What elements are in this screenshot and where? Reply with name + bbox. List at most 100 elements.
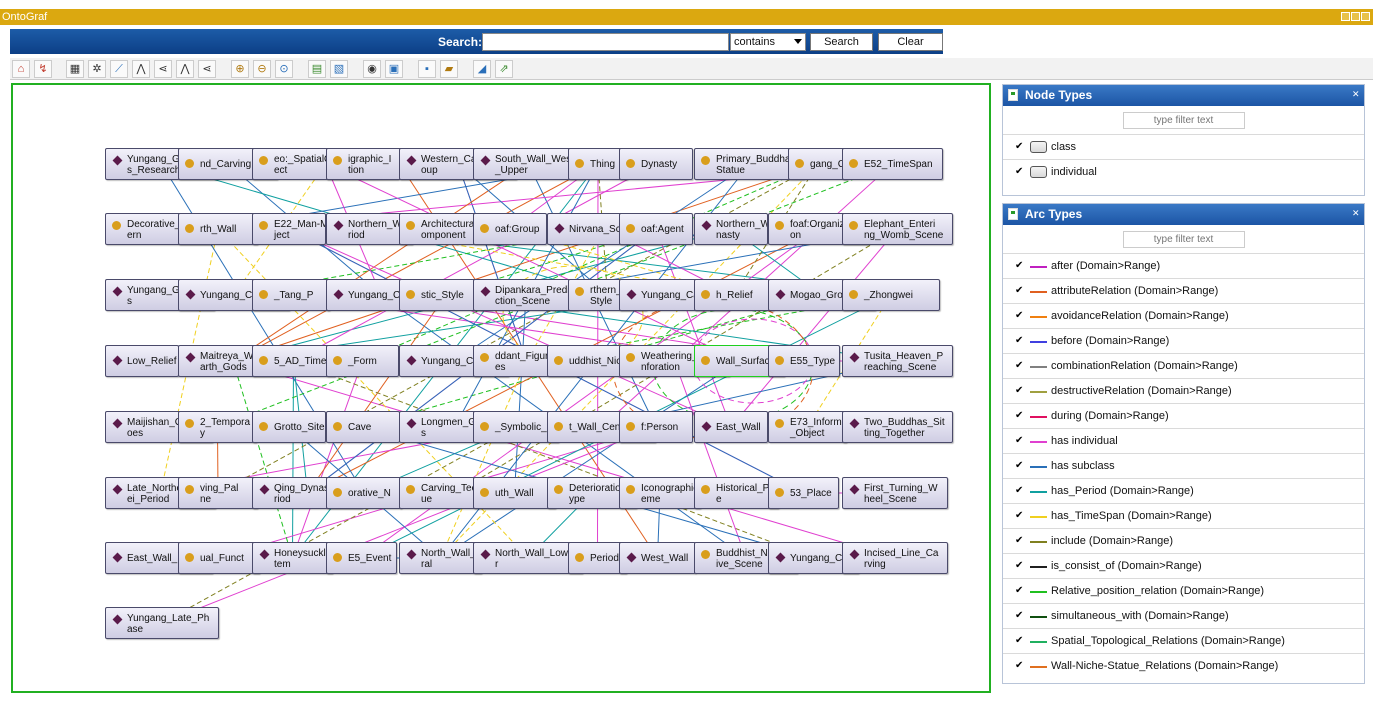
graph-node[interactable]: North_Wall_Lowe r [473,542,583,574]
graph-node[interactable]: Incised_Line_Ca rving [842,542,948,574]
graph-node[interactable]: Two_Buddhas_Sit ting_Together [842,411,953,443]
graph-node[interactable]: Dynasty [619,148,693,180]
checkbox-checked-icon[interactable]: ✔ [1015,386,1025,396]
export-icon[interactable]: ⇗ [495,60,513,78]
graph-node[interactable]: Grotto_Site [252,411,326,443]
search-input[interactable] [482,33,729,51]
camera-icon[interactable]: ◉ [363,60,381,78]
checkbox-checked-icon[interactable]: ✔ [1015,511,1025,521]
arc-type-row[interactable]: ✔ combinationRelation (Domain>Range) [1003,353,1364,378]
graph-node[interactable]: Cave [326,411,400,443]
graph-node[interactable]: E73_Informa _Object [768,411,847,443]
vertical-tree-icon[interactable]: ⋀ [176,60,194,78]
radial-layout-icon[interactable]: ✲ [88,60,106,78]
graph-node[interactable]: ual_Funct [178,542,260,574]
graph-node[interactable]: E52_TimeSpan [842,148,943,180]
graph-node[interactable]: North_Wall_ ral [399,542,482,574]
graph-node[interactable]: First_Turning_W heel_Scene [842,477,948,509]
arc-type-row[interactable]: ✔ avoidanceRelation (Domain>Range) [1003,303,1364,328]
graph-node[interactable]: 2_Tempora y [178,411,257,443]
checkbox-checked-icon[interactable]: ✔ [1015,311,1025,321]
arc-type-row[interactable]: ✔ has_TimeSpan (Domain>Range) [1003,503,1364,528]
restore-icon[interactable] [1341,12,1350,21]
checkbox-checked-icon[interactable]: ✔ [1015,636,1025,646]
arc-type-row[interactable]: ✔ Spatial_Topological_Relations (Domain>R… [1003,628,1364,653]
arc-type-row[interactable]: ✔ after (Domain>Range) [1003,253,1364,278]
graph-node[interactable]: f:Person [619,411,693,443]
save-icon[interactable]: ▪ [418,60,436,78]
graph-node[interactable]: _Tang_P [252,279,330,311]
close-icon[interactable]: ✕ [1352,209,1361,218]
filter-icon[interactable]: ▤ [308,60,326,78]
graph-node[interactable]: _Form [326,345,399,377]
checkbox-checked-icon[interactable]: ✔ [1015,461,1025,471]
checkbox-checked-icon[interactable]: ✔ [1015,411,1025,421]
zoom-fit-icon[interactable]: ⊙ [275,60,293,78]
graph-node[interactable]: gang_Ca [788,148,848,180]
minimize-icon[interactable] [1351,12,1360,21]
tree-left-layout-icon[interactable]: ⋖ [154,60,172,78]
checkbox-checked-icon[interactable]: ✔ [1015,561,1025,571]
zoom-in-icon[interactable]: ⊕ [231,60,249,78]
arc-type-row[interactable]: ✔ Relative_position_relation (Domain>Rang… [1003,578,1364,603]
arc-type-row[interactable]: ✔ destructiveRelation (Domain>Range) [1003,378,1364,403]
arc-type-row[interactable]: ✔ has_Period (Domain>Range) [1003,478,1364,503]
graph-node[interactable]: Tusita_Heaven_P reaching_Scene [842,345,953,377]
checkbox-checked-icon[interactable]: ✔ [1015,611,1025,621]
arc-type-row[interactable]: ✔ Wall-Niche-Statue_Relations (Domain>Ran… [1003,653,1364,678]
checkbox-checked-icon[interactable]: ✔ [1015,436,1025,446]
graph-node[interactable]: rth_Wall [178,213,258,245]
graph-node[interactable]: Yungang_Late_Ph ase [105,607,219,639]
graph-node[interactable]: Honeysuckle tem [252,542,333,574]
checkbox-checked-icon[interactable]: ✔ [1015,536,1025,546]
checkbox-checked-icon[interactable]: ✔ [1015,586,1025,596]
arc-type-row[interactable]: ✔ has individual [1003,428,1364,453]
graph-node[interactable]: Dipankara_Predi ction_Scene [473,279,579,311]
graph-node[interactable]: E55_Type [768,345,840,377]
graph-node[interactable]: h_Relief [694,279,774,311]
export-image-icon[interactable]: ▣ [385,60,403,78]
graph-node[interactable]: 53_Place [768,477,839,509]
graph-canvas[interactable]: Yungang_Grottoe s_Research_Inst... nd_Car… [11,83,991,693]
home-icon[interactable]: ⌂ [12,60,30,78]
zoom-out-icon[interactable]: ⊖ [253,60,271,78]
graph-node[interactable]: East_Wall [694,411,768,443]
close-icon[interactable]: ✕ [1352,90,1361,99]
graph-node[interactable]: Historical_Phas e [694,477,779,509]
arc-type-row[interactable]: ✔ attributeRelation (Domain>Range) [1003,278,1364,303]
checkbox-checked-icon[interactable]: ✔ [1015,286,1025,296]
checkbox-checked-icon[interactable]: ✔ [1015,167,1025,177]
clear-button[interactable]: Clear [878,33,943,51]
graph-node[interactable]: Elephant_Enteri ng_Womb_Scene [842,213,953,245]
search-button[interactable]: Search [810,33,873,51]
graph-node[interactable]: oaf:Agent [619,213,693,245]
highlight-icon[interactable]: ▧ [330,60,348,78]
graph-node[interactable]: Northern_We nasty [694,213,768,245]
node-types-filter-input[interactable] [1122,112,1245,129]
checkbox-checked-icon[interactable]: ✔ [1015,361,1025,371]
checkbox-checked-icon[interactable]: ✔ [1015,261,1025,271]
checkbox-checked-icon[interactable]: ✔ [1015,336,1025,346]
graph-node[interactable]: _Zhongwei [842,279,940,311]
search-mode-select[interactable]: contains [730,33,806,51]
graph-node[interactable]: E22_Man-Ma ject [252,213,326,245]
graph-node[interactable]: Low_Relief [105,345,179,377]
node-type-row[interactable]: ✔ individual [1003,159,1364,184]
graph-node[interactable]: ving_Pal ne [178,477,258,509]
grid-layout-icon[interactable]: ▦ [66,60,84,78]
graph-node[interactable]: Iconographic eme [619,477,701,509]
arc-type-row[interactable]: ✔ during (Domain>Range) [1003,403,1364,428]
horizontal-tree-icon[interactable]: ⋖ [198,60,216,78]
checkbox-checked-icon[interactable]: ✔ [1015,142,1025,152]
arc-type-row[interactable]: ✔ include (Domain>Range) [1003,528,1364,553]
spring-layout-icon[interactable]: ⟋ [110,60,128,78]
checkbox-checked-icon[interactable]: ✔ [1015,661,1025,671]
graph-node[interactable]: orative_N [326,477,402,509]
node-type-row[interactable]: ✔ class [1003,134,1364,159]
graph-node[interactable]: 5_AD_Timespan [252,345,335,377]
arc-type-row[interactable]: ✔ has subclass [1003,453,1364,478]
arc-type-row[interactable]: ✔ simultaneous_with (Domain>Range) [1003,603,1364,628]
arc-type-row[interactable]: ✔ before (Domain>Range) [1003,328,1364,353]
tree-down-layout-icon[interactable]: ⋀ [132,60,150,78]
graph-node[interactable]: oaf:Group [473,213,547,245]
